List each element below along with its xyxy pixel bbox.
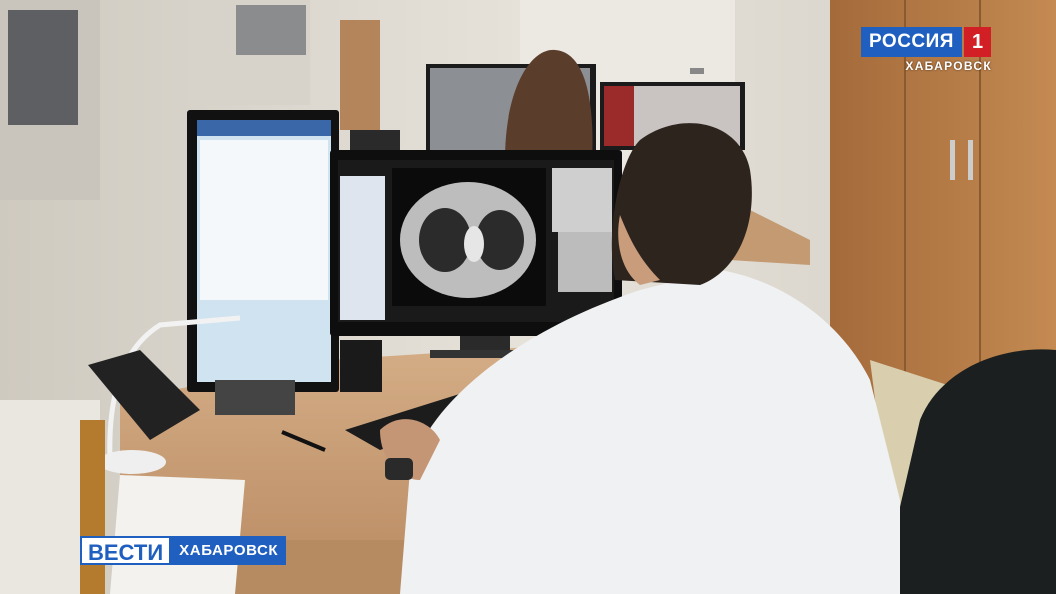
towel [340, 20, 380, 130]
channel-logo: РОССИЯ 1 ХАБАРОВСК [861, 27, 992, 73]
papers [110, 475, 245, 594]
tv-news-frame: РОССИЯ 1 ХАБАРОВСК ВЕСТИ ХАБАРОВСК [0, 0, 1056, 594]
office-scene [0, 0, 1056, 594]
speaker [340, 340, 382, 392]
channel-logo-number: 1 [963, 27, 992, 57]
wristwatch [385, 458, 413, 480]
program-logo: ВЕСТИ ХАБАРОВСК [80, 536, 287, 565]
channel-logo-word: РОССИЯ [861, 27, 962, 57]
program-logo-name: ВЕСТИ [80, 536, 172, 565]
monitor-stand-left [215, 380, 295, 415]
program-logo-region: ХАБАРОВСК [171, 536, 287, 565]
channel-logo-region: ХАБАРОВСК [905, 59, 992, 73]
